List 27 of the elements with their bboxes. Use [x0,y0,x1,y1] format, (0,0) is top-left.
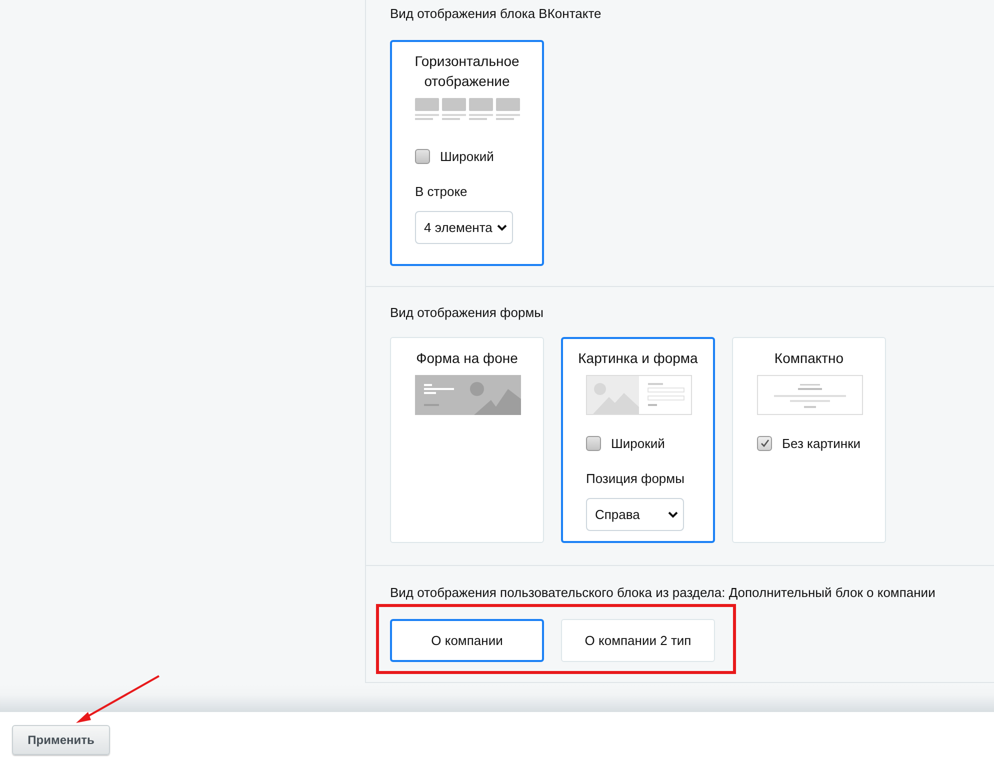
section-title: Вид отображения блока ВКонтакте [390,5,602,23]
chevron-down-icon [668,511,678,518]
layout-option-card[interactable]: Горизонтальное отображение Широкий В строке 4 элемента [390,40,544,266]
option-title: Картинка и форма [577,349,699,368]
checkbox-label: Без картинки [782,436,861,450]
section-title: Вид отображения пользовательского блока из раздела: Дополнительный блок о компании [390,584,936,602]
checkbox-label: Широкий [440,148,494,164]
check-icon [760,438,770,448]
checkbox-label: Широкий [611,436,665,450]
option-title: Форма на фоне [415,349,519,368]
layout-option-button[interactable]: О компании [390,619,544,662]
layout-option-card[interactable]: Форма на фоне [390,337,544,543]
section-title: Вид отображения формы [390,304,544,322]
chevron-down-icon [497,224,507,231]
option-title: Компактно [773,349,845,368]
layout-option-button[interactable]: О компании 2 тип [561,619,715,662]
field-label: Позиция формы [586,471,684,487]
checkbox[interactable] [415,148,430,164]
checkbox[interactable] [757,436,772,450]
dropdown-field[interactable]: 4 элемента [415,211,513,244]
option-title: Горизонтальное отображение [414,52,520,91]
layout-option-card[interactable]: Компактно Без картинки [732,337,886,543]
dropdown-field[interactable]: Справа [586,498,684,531]
field-label: В строке [415,184,468,200]
checkbox[interactable] [586,436,601,450]
layout-option-card[interactable]: Картинка и форма Широкий Позиция формы Справа [561,337,715,543]
apply-button[interactable]: Применить [12,725,110,755]
